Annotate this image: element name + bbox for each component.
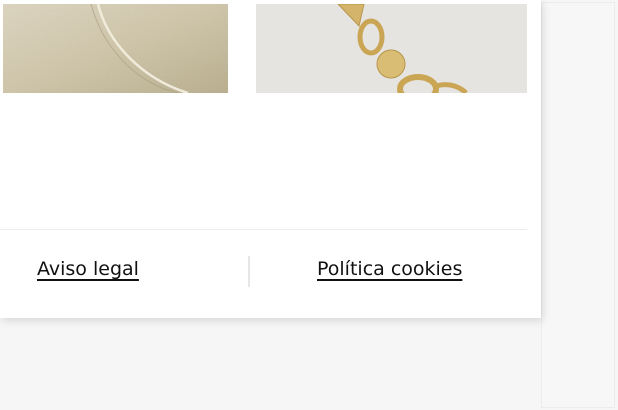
cookies-policy-link[interactable]: Política cookies <box>317 258 462 280</box>
link-separator <box>248 256 250 287</box>
content-card: Aviso legal Política cookies <box>0 0 541 318</box>
gold-chain-image <box>256 4 527 93</box>
product-image-chain[interactable] <box>256 4 527 93</box>
product-image-leather[interactable] <box>3 4 228 93</box>
side-panel <box>541 2 615 408</box>
legal-notice-link[interactable]: Aviso legal <box>37 258 139 280</box>
footer-divider <box>0 229 527 230</box>
leather-texture-image <box>3 4 228 93</box>
